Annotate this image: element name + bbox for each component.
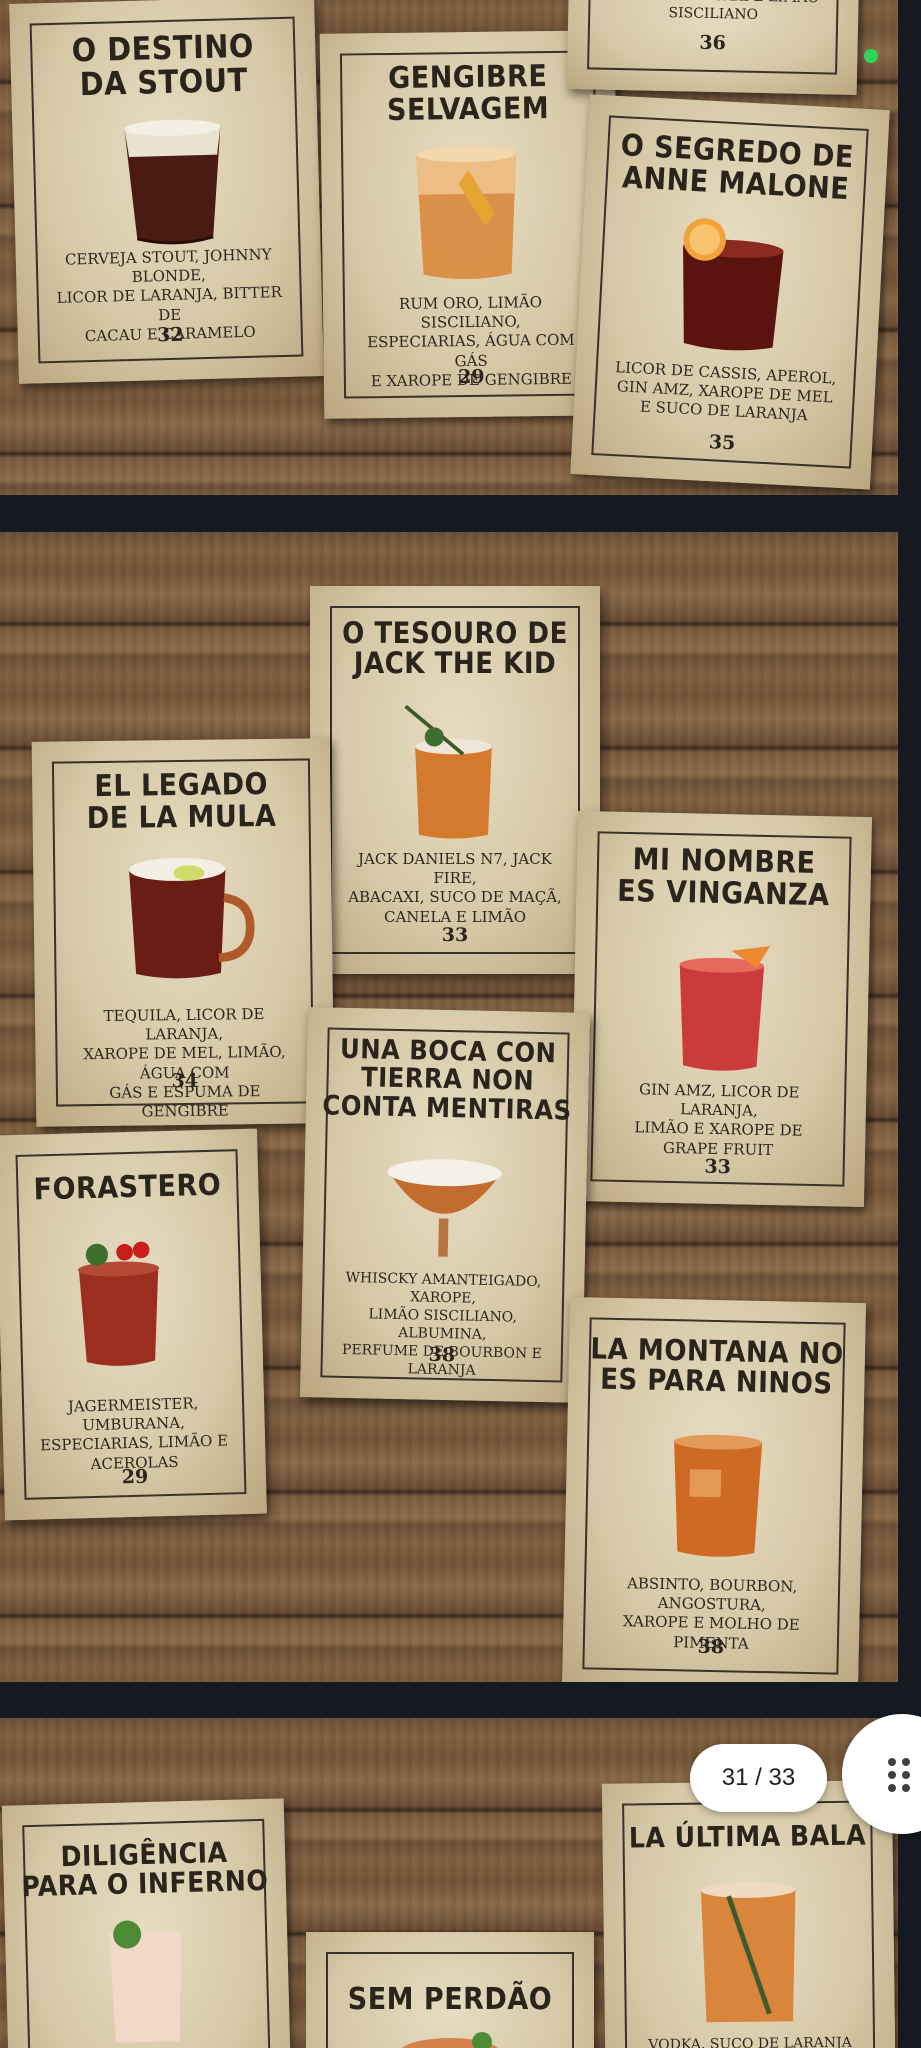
grid-dots-icon [888,1758,918,1792]
menu-card-destino-da-stout: O DESTINO DA STOUT CERVEJA STOUT, JOHNNY… [9,0,324,384]
page-counter: 31 / 33 [690,1744,827,1812]
stout-glass-icon [124,119,221,245]
menu-card-diligencia: DILIGÊNCIA PARA O INFERNO [1,1798,293,2048]
amber-rocks-icon [674,1434,763,1557]
card-title: SEM PERDÃO [347,1982,553,2017]
card-title: O DESTINO DA STOUT [71,26,255,103]
status-dot [864,49,878,63]
ginger-cocktail-icon [416,146,517,280]
card-title: EL LEGADO DE LA MULA [86,766,277,836]
red-cocktail-icon [679,946,770,1071]
menu-card-tesouro-jack-the-kid: O TESOURO DE JACK THE KID JACK DANIELS N… [310,586,600,974]
copper-mug-icon [129,857,255,979]
herb-highball-icon [700,1882,796,2023]
menu-card-partial: SUCO DE ABACAXI E LIMÃO SISCILIANO 36 [566,0,860,96]
menu-card-la-ultima-bala: LA ÚLTIMA BALA VODKA, SUCO DE LARANJA [601,1780,897,2048]
card-ingredients: VODKA, SUCO DE LARANJA [648,2034,852,2048]
menu-card-segredo-anne-malone: O SEGREDO DE ANNE MALONE LICOR DE CASSIS… [570,94,890,490]
menu-card-forastero: FORASTERO JAGERMEISTER, UMBURANA, ESPECI… [0,1128,267,1521]
card-title: O SEGREDO DE ANNE MALONE [620,128,855,207]
card-price: 33 [441,924,469,946]
card-title: LA ÚLTIMA BALA [628,1818,867,1855]
menu-card-sem-perdao: SEM PERDÃO [306,1932,594,2048]
card-title: FORASTERO [33,1167,222,1208]
rosemary-cocktail-icon [404,704,492,839]
card-title: MI NOMBRE ES VINGANZA [616,842,830,913]
mint-cocktail-icon [402,2032,498,2048]
menu-page-31: O TESOURO DE JACK THE KID JACK DANIELS N… [0,532,898,1682]
menu-card-legado-de-la-mula: EL LEGADO DE LA MULA TEQUILA, LICOR DE L… [31,738,335,1127]
card-ingredients: TEQUILA, LICOR DE LARANJA, XAROPE DE MEL… [83,1005,286,1121]
card-ingredients: GIN AMZ, LICOR DE LARANJA, LIMÃO E XAROP… [634,1080,803,1159]
cherry-cocktail-icon [77,1241,160,1366]
card-ingredients: JACK DANIELS N7, JACK FIRE, ABACAXI, SUC… [348,850,562,926]
card-title: DILIGÊNCIA PARA O INFERNO [20,1835,269,1904]
menu-page-30: O DESTINO DA STOUT CERVEJA STOUT, JOHNNY… [0,0,898,495]
menu-card-una-boca-con-tierra: UNA BOCA CON TIERRA NON CONTA MENTIRAS W… [299,1007,591,1403]
mint-highball-icon [109,1920,182,2043]
coupe-foam-icon [387,1159,502,1257]
card-price: 34 [171,1069,199,1093]
menu-card-mi-nombre-es-vinganza: MI NOMBRE ES VINGANZA GIN AMZ, LICOR DE … [569,810,873,1208]
card-title: LA MONTANA NO ES PARA NINOS [590,1331,844,1401]
card-title: UNA BOCA CON TIERRA NON CONTA MENTIRAS [322,1033,572,1127]
negroni-glass-icon [683,218,784,351]
menu-card-la-montana: LA MONTANA NO ES PARA NINOS ABSINTO, BOU… [561,1296,867,1682]
card-title: O TESOURO DE JACK THE KID [342,616,568,681]
